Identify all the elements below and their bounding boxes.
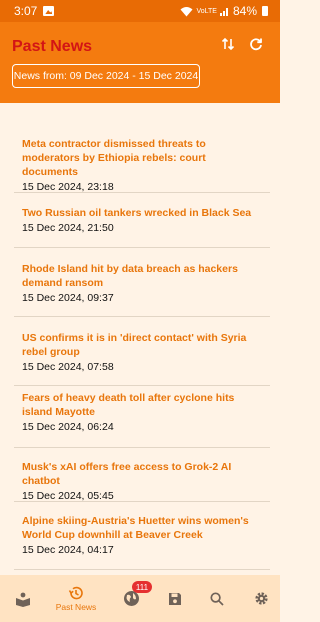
news-item[interactable]: Two Russian oil tankers wrecked in Black… [14,206,270,235]
news-headline: Musk's xAI offers free access to Grok-2 … [22,461,232,487]
history-icon [68,586,83,600]
nav-item-reading[interactable] [8,575,38,622]
nav-item-saved[interactable] [160,575,190,622]
refresh-button[interactable] [246,34,266,54]
divider [14,316,270,317]
news-headline: US confirms it is in 'direct contact' wi… [22,332,247,358]
news-date: 15 Dec 2024, 21:50 [22,222,114,234]
news-item[interactable]: Meta contractor dismissed threats to mod… [14,137,270,194]
divider [14,569,270,570]
status-bar: 3:07 VoLTE 84% [0,0,280,22]
signal-icon [219,8,228,16]
sort-arrows-icon [221,37,235,51]
wifi-icon [180,6,193,16]
page-title: Past News [12,38,93,55]
reading-book-icon [16,592,30,607]
news-headline: Two Russian oil tankers wrecked in Black… [22,207,252,219]
notification-badge: 111 [132,581,152,593]
nav-item-past-news[interactable]: Past News [52,575,100,622]
search-icon [210,591,224,606]
date-range-button[interactable]: News from: 09 Dec 2024 - 15 Dec 2024 [12,64,200,88]
news-date: 15 Dec 2024, 09:37 [22,292,114,304]
network-type-label: VoLTE [196,7,217,15]
save-icon [169,592,181,605]
news-date: 15 Dec 2024, 04:17 [22,544,114,556]
divider [14,447,270,448]
battery-icon [262,6,268,16]
divider [14,501,270,502]
divider [14,385,270,386]
battery-percent: 84% [232,4,257,18]
news-headline: Alpine skiing-Austria's Huetter wins wom… [22,515,249,541]
sort-button[interactable] [218,34,238,54]
nav-item-settings[interactable] [246,575,276,622]
news-item[interactable]: US confirms it is in 'direct contact' wi… [14,331,270,374]
status-time: 3:07 [14,4,38,18]
nav-label-past-news: Past News [55,602,97,612]
news-item[interactable]: Alpine skiing-Austria's Huetter wins wom… [14,514,270,557]
news-date: 15 Dec 2024, 06:24 [22,421,114,433]
divider [14,192,270,193]
image-notification-icon [43,6,55,16]
gear-icon [254,592,268,605]
news-headline: Rhode Island hit by data breach as hacke… [22,263,238,289]
news-headline: Meta contractor dismissed threats to mod… [22,138,206,178]
news-item[interactable]: Rhode Island hit by data breach as hacke… [14,262,270,305]
app-bar: Past News News from: 09 Dec 2024 - 15 De… [0,22,280,103]
news-item[interactable]: Musk's xAI offers free access to Grok-2 … [14,460,270,503]
nav-item-search[interactable] [202,575,232,622]
news-headline: Fears of heavy death toll after cyclone … [22,392,235,418]
news-item[interactable]: Fears of heavy death toll after cyclone … [14,391,270,434]
refresh-icon [250,38,262,51]
divider [14,247,270,248]
status-indicators: VoLTE 84% [180,0,268,22]
news-list: Meta contractor dismissed threats to mod… [0,103,280,575]
news-date: 15 Dec 2024, 07:58 [22,361,114,373]
